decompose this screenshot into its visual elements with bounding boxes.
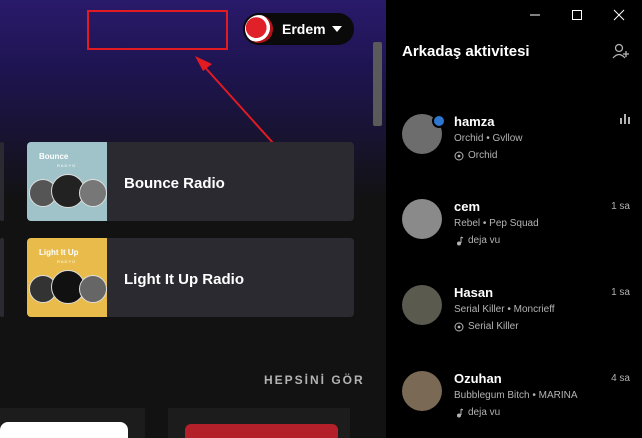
scrollbar-thumb[interactable] — [373, 42, 382, 126]
context-label: Orchid — [468, 150, 498, 161]
friend-context[interactable]: deja vu — [454, 407, 500, 418]
context-label: Serial Killer — [468, 321, 519, 332]
music-note-icon — [457, 236, 464, 245]
main-content: Erdem Bounce RADYO Bounce Radio Light It… — [0, 0, 386, 438]
profile-menu-button[interactable]: Erdem — [243, 13, 354, 45]
friend-context[interactable]: Orchid — [454, 150, 497, 161]
friend-track[interactable]: Bubblegum Bitch • MARINA — [454, 390, 578, 401]
online-indicator — [432, 114, 446, 128]
art-sub: RADYO — [57, 163, 77, 168]
card-partial[interactable] — [0, 142, 4, 221]
friend-track[interactable]: Serial Killer • Moncrieff — [454, 304, 555, 315]
friend-time: 4 sa — [611, 373, 630, 384]
friend-track[interactable]: Rebel • Pep Squad — [454, 218, 539, 229]
friend-item[interactable]: hamza Orchid • Gvllow Orchid — [386, 114, 642, 174]
avatar — [402, 285, 442, 325]
profile-name: Erdem — [282, 21, 326, 37]
card-title: Bounce Radio — [124, 175, 225, 192]
avatar — [402, 371, 442, 411]
avatar — [402, 199, 442, 239]
card-artwork: Bounce RADYO — [27, 142, 107, 221]
avatar — [245, 15, 273, 43]
friend-name[interactable]: Hasan — [454, 285, 493, 300]
friend-time: 1 sa — [611, 201, 630, 212]
art-label: Light It Up — [39, 248, 79, 257]
friend-name[interactable]: cem — [454, 199, 480, 214]
context-label: deja vu — [468, 235, 501, 246]
friend-name[interactable]: hamza — [454, 114, 494, 129]
radio-card[interactable]: Bounce RADYO Bounce Radio — [27, 142, 354, 221]
close-icon[interactable] — [598, 0, 640, 30]
shelf-card-art — [185, 424, 338, 438]
card-title: Light It Up Radio — [124, 271, 244, 288]
friend-item[interactable]: Hasan 1 sa Serial Killer • Moncrieff Ser… — [386, 285, 642, 345]
art-label: Bounce — [39, 152, 69, 161]
card-partial[interactable] — [0, 238, 4, 317]
add-friend-icon[interactable] — [612, 42, 630, 60]
friend-time: 1 sa — [611, 287, 630, 298]
friend-name[interactable]: Ozuhan — [454, 371, 502, 386]
shelf-card-art — [0, 422, 128, 438]
radio-icon — [454, 322, 464, 331]
equalizer-icon — [620, 114, 630, 124]
minimize-icon[interactable] — [514, 0, 556, 30]
friend-activity-panel: Arkadaş aktivitesi hamza Orchid • Gvllow… — [386, 0, 642, 438]
music-note-icon — [457, 408, 464, 417]
context-label: deja vu — [468, 407, 501, 418]
panel-title: Arkadaş aktivitesi — [402, 43, 530, 60]
radio-icon — [454, 151, 464, 160]
friend-context[interactable]: deja vu — [454, 235, 500, 246]
radio-card[interactable]: Light It Up RADYO Light It Up Radio — [27, 238, 354, 317]
friend-item[interactable]: Ozuhan 4 sa Bubblegum Bitch • MARINA dej… — [386, 371, 642, 431]
card-artwork: Light It Up RADYO — [27, 238, 107, 317]
friend-track[interactable]: Orchid • Gvllow — [454, 133, 523, 144]
friend-item[interactable]: cem 1 sa Rebel • Pep Squad deja vu — [386, 199, 642, 259]
see-all-link[interactable]: HEPSİNİ GÖR — [264, 373, 365, 387]
art-sub: RADYO — [57, 259, 77, 264]
maximize-icon[interactable] — [556, 0, 598, 30]
caret-down-icon — [332, 26, 342, 32]
friend-context[interactable]: Serial Killer — [454, 321, 519, 332]
